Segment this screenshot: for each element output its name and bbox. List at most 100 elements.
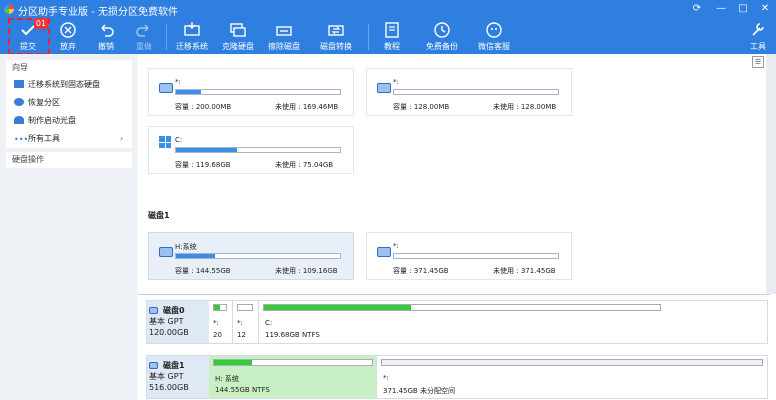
redo-icon [136, 24, 149, 37]
disk-icon [377, 83, 391, 93]
disk-icon [159, 247, 173, 257]
wechat-support-button[interactable]: 微信客服 [474, 18, 514, 54]
clone-disk-label: 克隆硬盘 [222, 42, 254, 51]
disk-row[interactable]: 磁盘1 基本 GPT 516.00GB H: 系统 144.55GB NTFS … [146, 355, 768, 399]
toolbar-divider [368, 24, 369, 50]
disk-ops-header: 硬盘操作 [6, 152, 132, 168]
sidebar-item-label: 所有工具 [28, 134, 60, 143]
undo-icon [101, 24, 114, 37]
partition-label: *: [213, 319, 219, 327]
wipe-disk-button[interactable]: 擦除磁盘 [266, 18, 302, 54]
wizard-header: 向导 [6, 60, 132, 76]
disk-partition-selected[interactable]: H: 系统 144.55GB NTFS [209, 356, 377, 398]
partition-name: C: [175, 136, 183, 144]
wipe-icon [276, 26, 292, 36]
disk-partition[interactable]: *: 371.45GB 未分配空间 [377, 356, 767, 398]
free-text: 未使用 : 371.45GB [493, 267, 556, 275]
disk-icon [149, 307, 158, 314]
partition-label: C: [265, 319, 273, 327]
partition-label: *: [237, 319, 243, 327]
migrate-icon [14, 80, 24, 88]
wechat-icon [486, 22, 502, 38]
undo-button[interactable]: 撤销 [92, 18, 120, 54]
capacity-text: 容量 : 371.45GB [393, 267, 449, 275]
discard-icon [60, 22, 76, 38]
disk-partition[interactable]: C: 119.68GB NTFS [259, 301, 767, 343]
capacity-text: 容量 : 200.00MB [175, 103, 232, 111]
discard-button[interactable]: 放弃 [54, 18, 82, 54]
convert-icon [328, 25, 344, 36]
capacity-text: 容量 : 128.00MB [393, 103, 450, 111]
partition-card[interactable]: C: 容量 : 119.68GB 未使用 : 75.04GB [148, 126, 354, 174]
partition-card-selected[interactable]: H:系统 容量 : 144.55GB 未使用 : 109.16GB [148, 232, 354, 280]
partition-name: *: [175, 78, 181, 86]
clone-icon [230, 23, 246, 37]
toolbar: 提交 放弃 撤销 重做 迁移系统 克隆硬盘 擦除磁盘 磁盘转换 教程 免费备份 … [0, 18, 776, 54]
refresh-icon[interactable]: ⟳ [690, 2, 704, 16]
disk-type: 基本 GPT [149, 317, 184, 326]
disk-name: 磁盘0 [163, 306, 185, 315]
sidebar-item-boot-disc[interactable]: 制作启动光盘 [6, 112, 132, 130]
partition-name: *: [393, 242, 399, 250]
usage-fill [176, 90, 201, 94]
tools-label: 工具 [750, 42, 766, 51]
redo-label: 重做 [136, 42, 152, 51]
tutorial-label: 教程 [384, 42, 400, 51]
migrate-icon [184, 22, 200, 36]
partition-card[interactable]: *: 容量 : 128.00MB 未使用 : 128.00MB [366, 68, 572, 116]
capacity-text: 容量 : 119.68GB [175, 161, 231, 169]
boot-disc-icon [14, 116, 24, 124]
disk-partition[interactable]: *: 12 [233, 301, 259, 343]
app-logo-icon [4, 4, 14, 14]
partition-label: *: [383, 374, 389, 382]
usage-bar [175, 147, 341, 153]
scrollbar[interactable] [766, 54, 776, 294]
disk-size: 120.00GB [149, 328, 189, 337]
title-bar: 分区助手专业版 - 无损分区免费软件 ⟳ — □ ✕ [0, 0, 776, 18]
tutorial-button[interactable]: 教程 [378, 18, 406, 54]
partition-name: *: [393, 78, 399, 86]
disk-info: 磁盘0 基本 GPT 120.00GB [147, 301, 209, 343]
free-text: 未使用 : 169.46MB [275, 103, 339, 111]
minimize-button[interactable]: — [714, 2, 728, 16]
clone-disk-button[interactable]: 克隆硬盘 [220, 18, 256, 54]
partition-card[interactable]: *: 容量 : 200.00MB 未使用 : 169.46MB [148, 68, 354, 116]
disk-icon [377, 247, 391, 257]
disk-name: 磁盘1 [163, 361, 185, 370]
wechat-support-label: 微信客服 [478, 42, 510, 51]
disk-size: 516.00GB [149, 383, 189, 392]
sidebar-item-migrate-ssd[interactable]: 迁移系统到固态硬盘 [6, 76, 132, 94]
partition-size: 12 [237, 331, 246, 339]
chevron-right-icon: › [120, 134, 124, 143]
partition-size: 144.55GB NTFS [215, 386, 270, 394]
more-icon: ••• [14, 135, 29, 144]
disk-partition[interactable]: *: 20 [209, 301, 233, 343]
disk-row[interactable]: 磁盘0 基本 GPT 120.00GB *: 20 *: 12 C: 119.6… [146, 300, 768, 344]
close-button[interactable]: ✕ [758, 2, 772, 16]
free-backup-button[interactable]: 免费备份 [422, 18, 462, 54]
partition-card[interactable]: *: 容量 : 371.45GB 未使用 : 371.45GB [366, 232, 572, 280]
sidebar-item-label: 制作启动光盘 [28, 116, 76, 125]
sidebar-item-all-tools[interactable]: •••所有工具 › [6, 130, 132, 148]
windows-icon [159, 136, 171, 148]
redo-button[interactable]: 重做 [130, 18, 158, 54]
partition-name: H:系统 [175, 243, 197, 251]
tools-button[interactable]: 工具 [744, 18, 772, 54]
partition-size: 371.45GB 未分配空间 [383, 387, 455, 395]
tools-icon [752, 23, 764, 36]
partition-label: H: 系统 [215, 375, 239, 383]
convert-disk-label: 磁盘转换 [320, 42, 352, 51]
toolbar-divider [166, 24, 167, 50]
usage-bar [175, 89, 341, 95]
free-text: 未使用 : 109.16GB [275, 267, 338, 275]
migrate-system-button[interactable]: 迁移系统 [174, 18, 210, 54]
view-toggle-icon[interactable]: ☰ [752, 56, 764, 68]
maximize-button[interactable]: □ [736, 2, 750, 16]
sidebar-item-label: 迁移系统到固态硬盘 [28, 80, 100, 89]
disk-type: 基本 GPT [149, 372, 184, 381]
convert-disk-button[interactable]: 磁盘转换 [318, 18, 354, 54]
free-text: 未使用 : 128.00MB [493, 103, 557, 111]
sidebar-item-label: 恢复分区 [28, 98, 60, 107]
sidebar-item-recover-partition[interactable]: 恢复分区 [6, 94, 132, 112]
disk-icon [149, 362, 158, 369]
